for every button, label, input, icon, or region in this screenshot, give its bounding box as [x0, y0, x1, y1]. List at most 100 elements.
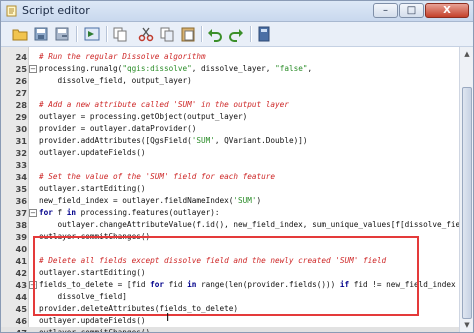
code-token: outlayer.commitChanges() — [39, 328, 151, 333]
code-token: dissolve_field, output_layer) — [39, 76, 192, 85]
toolbar — [1, 22, 473, 47]
copy-icon[interactable] — [111, 25, 129, 43]
code-editor[interactable]: 24 # Run the regular Dissolve algorithm 25… — [1, 47, 473, 333]
line-number: 30 — [15, 124, 27, 134]
code-token: new_field_index = outlayer.fieldNameInde… — [39, 196, 234, 205]
code-line[interactable]: 44 dissolve_field] — [1, 291, 459, 303]
code-line[interactable]: 27 — [1, 87, 459, 99]
code-text: provider.deleteAttributes(fields_to_dele… — [39, 303, 238, 315]
line-number: 42 — [15, 268, 27, 278]
line-number: 27 — [15, 88, 27, 98]
maximize-button[interactable]: □ — [399, 3, 424, 18]
toolbar-separator — [250, 26, 252, 42]
line-number: 41 — [15, 256, 27, 266]
code-line[interactable]: 34 # Set the value of the 'SUM' field for… — [1, 171, 459, 183]
close-button[interactable]: X — [425, 3, 469, 18]
code-token: 'SUM' — [233, 196, 257, 205]
code-line[interactable]: 31 provider.addAttributes([QgsField('SUM'… — [1, 135, 459, 147]
code-text: fields_to_delete = [fid for fid in range… — [39, 279, 473, 291]
code-token: fields_to_delete = [fid — [39, 280, 151, 289]
code-token: , — [307, 64, 313, 73]
code-token: outlayer.updateFields() — [39, 148, 146, 157]
code-text: provider = outlayer.dataProvider() — [39, 123, 196, 135]
code-token: "qgis:dissolve" — [122, 64, 192, 73]
code-line[interactable]: 29 outlayer = processing.getObject(output… — [1, 111, 459, 123]
open-file-icon[interactable] — [11, 25, 29, 43]
code-line[interactable]: 30 provider = outlayer.dataProvider() — [1, 123, 459, 135]
title-bar[interactable]: Script editor – □ X — [1, 1, 473, 22]
code-line[interactable]: 39 outlayer.commitChanges() — [1, 231, 459, 243]
minimize-button[interactable]: – — [373, 3, 398, 18]
code-token: outlayer.commitChanges() — [39, 232, 151, 241]
code-line[interactable]: 40 — [1, 243, 459, 255]
code-text: dissolve_field] — [39, 291, 127, 303]
line-number: 44 — [15, 292, 27, 302]
code-token: outlayer.changeAttributeValue(f.id(), ne… — [39, 220, 474, 229]
save-as-icon[interactable] — [53, 25, 71, 43]
line-number: 25 — [15, 64, 27, 74]
code-token: range(len(provider.fields())) — [196, 280, 340, 289]
undo-icon[interactable] — [206, 25, 224, 43]
code-token: outlayer.updateFields() — [39, 316, 146, 325]
line-number: 40 — [15, 244, 27, 254]
line-number: 36 — [15, 196, 27, 206]
code-line[interactable]: 45 provider.deleteAttributes(fields_to_de… — [1, 303, 459, 315]
code-text: outlayer.commitChanges() — [39, 327, 151, 333]
code-token: for — [150, 280, 164, 289]
code-token: fid != new_field_index — [349, 280, 461, 289]
code-token: # Add a new attribute called 'SUM' in th… — [39, 100, 289, 109]
code-token: 'SUM' — [191, 136, 215, 145]
run-script-icon[interactable] — [83, 25, 101, 43]
redo-icon[interactable] — [227, 25, 245, 43]
fold-toggle-icon[interactable]: − — [29, 65, 37, 73]
copy-icon[interactable] — [158, 25, 176, 43]
vertical-scrollbar[interactable]: ▲ ▼ — [459, 47, 473, 332]
code-line[interactable]: 25− processing.runalg("qgis:dissolve", di… — [1, 63, 459, 75]
code-line[interactable]: 33 — [1, 159, 459, 171]
code-line[interactable]: 28 # Add a new attribute called 'SUM' in … — [1, 99, 459, 111]
code-line[interactable]: 42 outlayer.startEditing() — [1, 267, 459, 279]
line-number: 43 — [15, 280, 27, 290]
code-text: processing.runalg("qgis:dissolve", disso… — [39, 63, 312, 75]
line-number: 38 — [15, 220, 27, 230]
code-token: processing.features(outlayer): — [76, 208, 220, 217]
code-token: provider = outlayer.dataProvider() — [39, 124, 197, 133]
scrollbar-thumb[interactable] — [462, 87, 472, 319]
code-token: for — [39, 208, 53, 217]
cut-icon[interactable] — [137, 25, 155, 43]
code-token: # Set the value of the 'SUM' field for e… — [39, 172, 276, 181]
line-number: 33 — [15, 160, 27, 170]
code-text: outlayer.commitChanges() — [39, 231, 150, 243]
line-number: 26 — [15, 76, 27, 86]
line-number: 31 — [15, 136, 27, 146]
code-line[interactable]: 41 # Delete all fields except dissolve fi… — [1, 255, 459, 267]
line-number: 28 — [15, 100, 27, 110]
paste-icon[interactable] — [179, 25, 197, 43]
fold-toggle-icon[interactable]: − — [29, 209, 37, 217]
code-token: f — [52, 208, 67, 217]
scroll-down-arrow-icon[interactable]: ▼ — [462, 320, 472, 330]
script-editor-window: Script editor – □ X 24 # Run the regular… — [0, 0, 474, 333]
line-number: 29 — [15, 112, 27, 122]
help-icon[interactable] — [255, 25, 273, 43]
code-token: fid — [163, 280, 188, 289]
code-line[interactable]: 43− fields_to_delete = [fid for fid in ra… — [1, 279, 473, 291]
code-token: outlayer.startEditing() — [39, 268, 146, 277]
line-number: 47 — [15, 328, 27, 333]
code-line[interactable]: 47 outlayer.commitChanges() — [1, 327, 459, 333]
code-line[interactable]: 36 new_field_index = outlayer.fieldNameIn… — [1, 195, 459, 207]
code-line[interactable]: 38 outlayer.changeAttributeValue(f.id(),… — [1, 219, 473, 231]
code-text: # Delete all fields except dissolve fiel… — [39, 255, 386, 267]
code-text: new_field_index = outlayer.fieldNameInde… — [39, 195, 261, 207]
code-line[interactable]: 32 outlayer.updateFields() — [1, 147, 459, 159]
scroll-up-arrow-icon[interactable]: ▲ — [462, 49, 472, 59]
save-icon[interactable] — [32, 25, 50, 43]
code-line[interactable]: 35 outlayer.startEditing() — [1, 183, 459, 195]
fold-toggle-icon[interactable]: − — [29, 281, 37, 289]
code-line[interactable]: 24 # Run the regular Dissolve algorithm — [1, 51, 459, 63]
line-number: 39 — [15, 232, 27, 242]
code-line[interactable]: 37− for f in processing.features(outlayer… — [1, 207, 459, 219]
code-line[interactable]: 46 outlayer.updateFields() — [1, 315, 459, 327]
code-line[interactable]: 26 dissolve_field, output_layer) — [1, 75, 459, 87]
code-token: , QVariant.Double)]) — [214, 136, 308, 145]
